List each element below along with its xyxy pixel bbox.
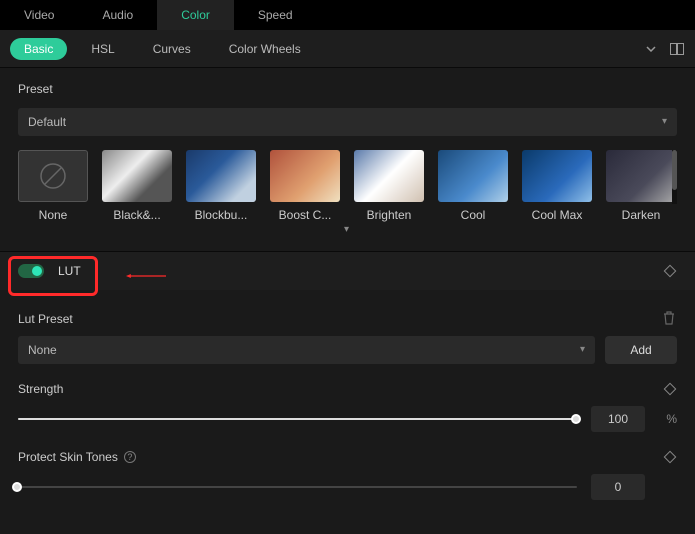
add-button[interactable]: Add <box>605 336 677 364</box>
preset-thumbnails: None Black&... Blockbu... Boost C... Bri… <box>18 150 677 222</box>
preset-item-bw[interactable]: Black&... <box>102 150 172 222</box>
sub-tabs: Basic HSL Curves Color Wheels <box>0 30 695 68</box>
preset-thumb-image <box>102 150 172 202</box>
chevron-down-icon: ▾ <box>662 108 667 136</box>
tab-color[interactable]: Color <box>157 0 234 30</box>
trash-icon[interactable] <box>661 310 677 326</box>
preset-dropdown-value: Default <box>28 108 66 136</box>
top-tabs: Video Audio Color Speed <box>0 0 695 30</box>
preset-item-boost[interactable]: Boost C... <box>270 150 340 222</box>
annotation-arrow <box>96 274 196 278</box>
strength-label: Strength <box>18 382 63 396</box>
reset-keyframe-icon[interactable] <box>663 264 677 278</box>
preset-thumb-image <box>270 150 340 202</box>
none-icon <box>18 150 88 202</box>
preset-item-label: None <box>18 208 88 222</box>
help-icon[interactable]: ? <box>124 451 136 463</box>
preset-item-darken[interactable]: Darken <box>606 150 676 222</box>
subtab-color-wheels[interactable]: Color Wheels <box>215 38 315 60</box>
protect-skin-slider[interactable] <box>18 480 577 494</box>
expand-handle-icon[interactable]: ▾ <box>18 224 677 235</box>
subtab-basic[interactable]: Basic <box>10 38 67 60</box>
subtab-hsl[interactable]: HSL <box>77 38 128 60</box>
preset-item-blockbuster[interactable]: Blockbu... <box>186 150 256 222</box>
subtab-curves[interactable]: Curves <box>139 38 205 60</box>
preset-thumb-image <box>522 150 592 202</box>
preset-thumb-image <box>354 150 424 202</box>
reset-keyframe-icon[interactable] <box>663 382 677 396</box>
tab-video[interactable]: Video <box>0 0 78 30</box>
preset-dropdown[interactable]: Default ▾ <box>18 108 677 136</box>
strength-slider[interactable] <box>18 412 577 426</box>
lut-toggle[interactable] <box>18 264 44 278</box>
strength-value[interactable]: 100 <box>591 406 645 432</box>
preset-thumb-image <box>606 150 676 202</box>
preset-thumb-image <box>438 150 508 202</box>
protect-skin-label: Protect Skin Tones <box>18 450 118 464</box>
preset-item-label: Cool Max <box>522 208 592 222</box>
preset-thumb-image <box>186 150 256 202</box>
lut-section-header: LUT <box>0 252 695 290</box>
preset-item-brighten[interactable]: Brighten <box>354 150 424 222</box>
preset-item-label: Cool <box>438 208 508 222</box>
protect-skin-value[interactable]: 0 <box>591 474 645 500</box>
preset-section-label: Preset <box>18 82 677 96</box>
preset-scrollbar[interactable] <box>672 150 677 204</box>
lut-preset-dropdown[interactable]: None ▾ <box>18 336 595 364</box>
strength-unit: % <box>659 412 677 426</box>
preset-item-label: Darken <box>606 208 676 222</box>
preset-item-cool[interactable]: Cool <box>438 150 508 222</box>
preset-item-coolmax[interactable]: Cool Max <box>522 150 592 222</box>
chevron-down-icon[interactable] <box>643 41 659 57</box>
chevron-down-icon: ▾ <box>580 336 585 364</box>
lut-preset-label: Lut Preset <box>18 312 73 326</box>
preset-item-label: Blockbu... <box>186 208 256 222</box>
compare-view-icon[interactable] <box>669 41 685 57</box>
preset-item-none[interactable]: None <box>18 150 88 222</box>
preset-item-label: Black&... <box>102 208 172 222</box>
lut-section-title: LUT <box>58 264 81 278</box>
tab-speed[interactable]: Speed <box>234 0 317 30</box>
preset-item-label: Boost C... <box>270 208 340 222</box>
tab-audio[interactable]: Audio <box>78 0 157 30</box>
lut-preset-value: None <box>28 336 57 364</box>
preset-item-label: Brighten <box>354 208 424 222</box>
reset-keyframe-icon[interactable] <box>663 450 677 464</box>
